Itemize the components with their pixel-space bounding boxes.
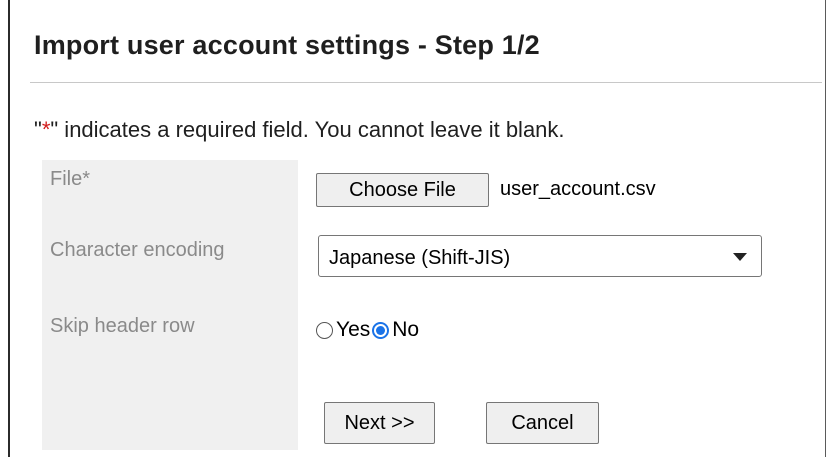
radio-yes-label: Yes	[336, 318, 371, 341]
page-title: Import user account settings - Step 1/2	[34, 30, 540, 60]
radio-option-yes[interactable]: Yes	[316, 317, 370, 343]
file-required-mark: *	[82, 168, 91, 190]
encoding-label: Character encoding	[50, 239, 225, 261]
radio-option-no[interactable]: No	[372, 317, 419, 343]
encoding-selected-value: Japanese (Shift-JIS)	[329, 247, 511, 269]
chevron-down-icon	[733, 253, 747, 261]
required-field-note: "*" indicates a required field. You cann…	[34, 117, 565, 143]
note-text: indicates a required field. You cannot l…	[58, 117, 565, 142]
file-label: File*	[50, 168, 90, 191]
file-label-text: File	[50, 168, 83, 190]
dialog-frame: Import user account settings - Step 1/2 …	[8, 0, 826, 457]
skip-header-label: Skip header row	[50, 315, 195, 337]
radio-no-circle[interactable]	[372, 322, 390, 339]
encoding-select[interactable]: Japanese (Shift-JIS)	[318, 235, 762, 277]
skip-header-radio-group: Yes No	[316, 317, 421, 343]
radio-yes-circle[interactable]	[316, 322, 333, 339]
choose-file-button[interactable]: Choose File	[316, 173, 489, 207]
label-column	[42, 160, 298, 450]
selected-file-name: user_account.csv	[500, 178, 656, 200]
cancel-button[interactable]: Cancel	[486, 402, 599, 444]
title-divider	[30, 82, 822, 83]
next-button[interactable]: Next >>	[324, 402, 435, 444]
note-quote-open: "	[34, 117, 42, 142]
radio-no-label: No	[392, 318, 420, 341]
